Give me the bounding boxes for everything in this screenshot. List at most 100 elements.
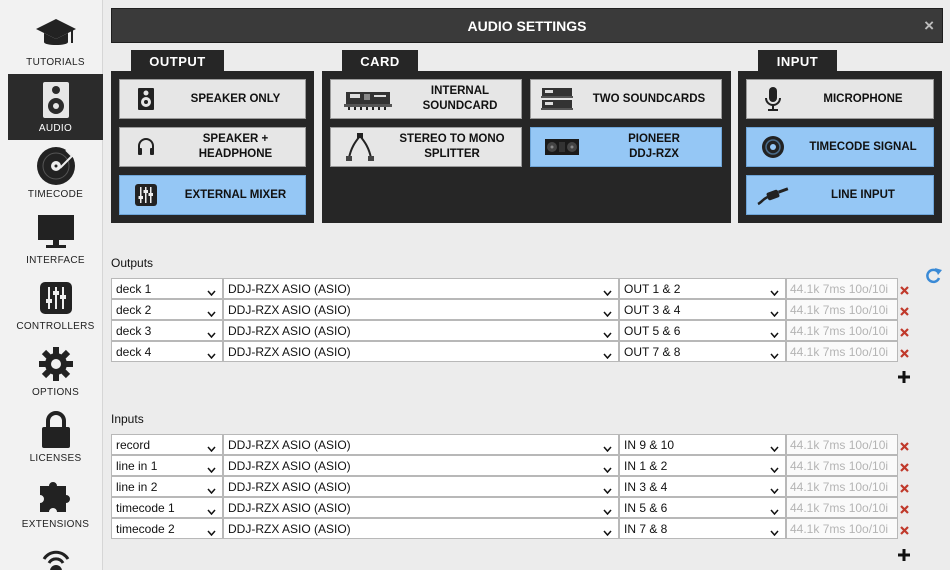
device-select[interactable]: DDJ-RZX ASIO (ASIO)	[223, 455, 619, 476]
channels-select[interactable]: IN 5 & 6	[619, 497, 786, 518]
device-name: DDJ-RZX ASIO (ASIO)	[228, 437, 351, 452]
sidebar-item-extensions[interactable]: EXTENSIONS	[8, 470, 103, 536]
sidebar: TUTORIALS AUDIO TIMECODE INTERFACE CONTR	[0, 0, 103, 570]
sidebar-item-options[interactable]: OPTIONS	[8, 338, 103, 404]
chevron-down-icon	[207, 441, 216, 455]
sidebar-item-controllers[interactable]: CONTROLLERS	[8, 272, 103, 338]
microphone-button[interactable]: MICROPHONE	[746, 79, 934, 119]
pioneer-ddj-rzx-button[interactable]: PIONEER DDJ-RZX	[530, 127, 722, 167]
channels-select[interactable]: IN 7 & 8	[619, 518, 786, 539]
monitor-icon	[8, 212, 103, 252]
chevron-down-icon	[770, 348, 779, 362]
chevron-down-icon	[603, 348, 612, 362]
mixer-icon	[120, 176, 172, 214]
delete-row-icon[interactable]	[899, 481, 910, 493]
channels-value: IN 7 & 8	[624, 521, 668, 536]
device-select[interactable]: DDJ-RZX ASIO (ASIO)	[223, 497, 619, 518]
channels-select[interactable]: OUT 7 & 8	[619, 341, 786, 362]
jack-plug-icon	[747, 176, 799, 214]
delete-row-icon[interactable]	[899, 523, 910, 535]
channel-name: line in 1	[116, 458, 158, 473]
chevron-down-icon	[770, 285, 779, 299]
delete-row-icon[interactable]	[899, 325, 910, 337]
add-input-icon[interactable]	[898, 548, 910, 566]
device-select[interactable]: DDJ-RZX ASIO (ASIO)	[223, 518, 619, 539]
chevron-down-icon	[770, 306, 779, 320]
device-info: 44.1k 7ms 10o/10i	[786, 278, 898, 299]
delete-row-icon[interactable]	[899, 304, 910, 316]
device-select[interactable]: DDJ-RZX ASIO (ASIO)	[223, 278, 619, 299]
gear-icon	[8, 344, 103, 384]
device-name: DDJ-RZX ASIO (ASIO)	[228, 479, 351, 494]
channel-name-select[interactable]: deck 2	[111, 299, 223, 320]
sidebar-item-broadcast[interactable]	[8, 536, 103, 570]
button-label: PIONEER DDJ-RZX	[628, 133, 680, 160]
channel-name-select[interactable]: line in 2	[111, 476, 223, 497]
device-select[interactable]: DDJ-RZX ASIO (ASIO)	[223, 476, 619, 497]
device-select[interactable]: DDJ-RZX ASIO (ASIO)	[223, 320, 619, 341]
device-info: 44.1k 7ms 10o/10i	[786, 434, 898, 455]
delete-row-icon[interactable]	[899, 346, 910, 358]
card-panel: INTERNAL SOUNDCARD TWO SOUNDCARDS STEREO…	[322, 71, 731, 223]
sidebar-item-interface[interactable]: INTERFACE	[8, 206, 103, 272]
chevron-down-icon	[603, 504, 612, 518]
chevron-down-icon	[207, 462, 216, 476]
timecode-signal-button[interactable]: TIMECODE SIGNAL	[746, 127, 934, 167]
sidebar-item-tutorials[interactable]: TUTORIALS	[8, 8, 103, 74]
channels-select[interactable]: OUT 1 & 2	[619, 278, 786, 299]
channel-name-select[interactable]: timecode 2	[111, 518, 223, 539]
channel-name-select[interactable]: deck 4	[111, 341, 223, 362]
channel-name-select[interactable]: timecode 1	[111, 497, 223, 518]
device-name: DDJ-RZX ASIO (ASIO)	[228, 521, 351, 536]
delete-row-icon[interactable]	[899, 460, 910, 472]
input-panel: MICROPHONE TIMECODE SIGNAL LINE INPUT	[738, 71, 942, 223]
channels-value: IN 5 & 6	[624, 500, 668, 515]
refresh-icon[interactable]	[923, 266, 943, 291]
device-select[interactable]: DDJ-RZX ASIO (ASIO)	[223, 434, 619, 455]
device-name: DDJ-RZX ASIO (ASIO)	[228, 344, 351, 359]
chevron-down-icon	[770, 504, 779, 518]
lock-icon	[8, 410, 103, 450]
channel-name-select[interactable]: deck 1	[111, 278, 223, 299]
channels-select[interactable]: OUT 3 & 4	[619, 299, 786, 320]
sidebar-item-licenses[interactable]: LICENSES	[8, 404, 103, 470]
sidebar-item-timecode[interactable]: TIMECODE	[8, 140, 103, 206]
external-mixer-button[interactable]: EXTERNAL MIXER	[119, 175, 306, 215]
delete-row-icon[interactable]	[899, 502, 910, 514]
mixer-sliders-icon	[8, 278, 103, 318]
internal-soundcard-button[interactable]: INTERNAL SOUNDCARD	[330, 79, 522, 119]
channels-select[interactable]: IN 3 & 4	[619, 476, 786, 497]
device-select[interactable]: DDJ-RZX ASIO (ASIO)	[223, 299, 619, 320]
chevron-down-icon	[770, 462, 779, 476]
two-soundcards-icon	[531, 80, 583, 118]
channel-name: deck 3	[116, 323, 152, 338]
channels-select[interactable]: OUT 5 & 6	[619, 320, 786, 341]
channel-name-select[interactable]: line in 1	[111, 455, 223, 476]
chevron-down-icon	[207, 504, 216, 518]
add-output-icon[interactable]	[898, 370, 910, 388]
button-label: SPEAKER + HEADPHONE	[198, 133, 273, 160]
delete-row-icon[interactable]	[899, 439, 910, 451]
channels-value: IN 9 & 10	[624, 437, 675, 452]
channels-select[interactable]: IN 9 & 10	[619, 434, 786, 455]
close-icon[interactable]: ×	[924, 16, 934, 36]
button-label: TIMECODE SIGNAL	[809, 140, 917, 153]
sidebar-item-label: EXTENSIONS	[21, 519, 90, 530]
line-input-button[interactable]: LINE INPUT	[746, 175, 934, 215]
device-info: 44.1k 7ms 10o/10i	[786, 497, 898, 518]
sidebar-item-label: LICENSES	[29, 453, 82, 464]
device-select[interactable]: DDJ-RZX ASIO (ASIO)	[223, 341, 619, 362]
delete-row-icon[interactable]	[899, 283, 910, 295]
button-label: SPEAKER ONLY	[190, 92, 281, 105]
stereo-to-mono-splitter-button[interactable]: STEREO TO MONO SPLITTER	[330, 127, 522, 167]
channels-select[interactable]: IN 1 & 2	[619, 455, 786, 476]
speaker-only-button[interactable]: SPEAKER ONLY	[119, 79, 306, 119]
channel-name: timecode 2	[116, 521, 175, 536]
two-soundcards-button[interactable]: TWO SOUNDCARDS	[530, 79, 722, 119]
chevron-down-icon	[207, 525, 216, 539]
channel-name-select[interactable]: deck 3	[111, 320, 223, 341]
card-tab: CARD	[342, 50, 418, 72]
sidebar-item-audio[interactable]: AUDIO	[8, 74, 103, 140]
speaker-headphone-button[interactable]: SPEAKER + HEADPHONE	[119, 127, 306, 167]
channel-name-select[interactable]: record	[111, 434, 223, 455]
